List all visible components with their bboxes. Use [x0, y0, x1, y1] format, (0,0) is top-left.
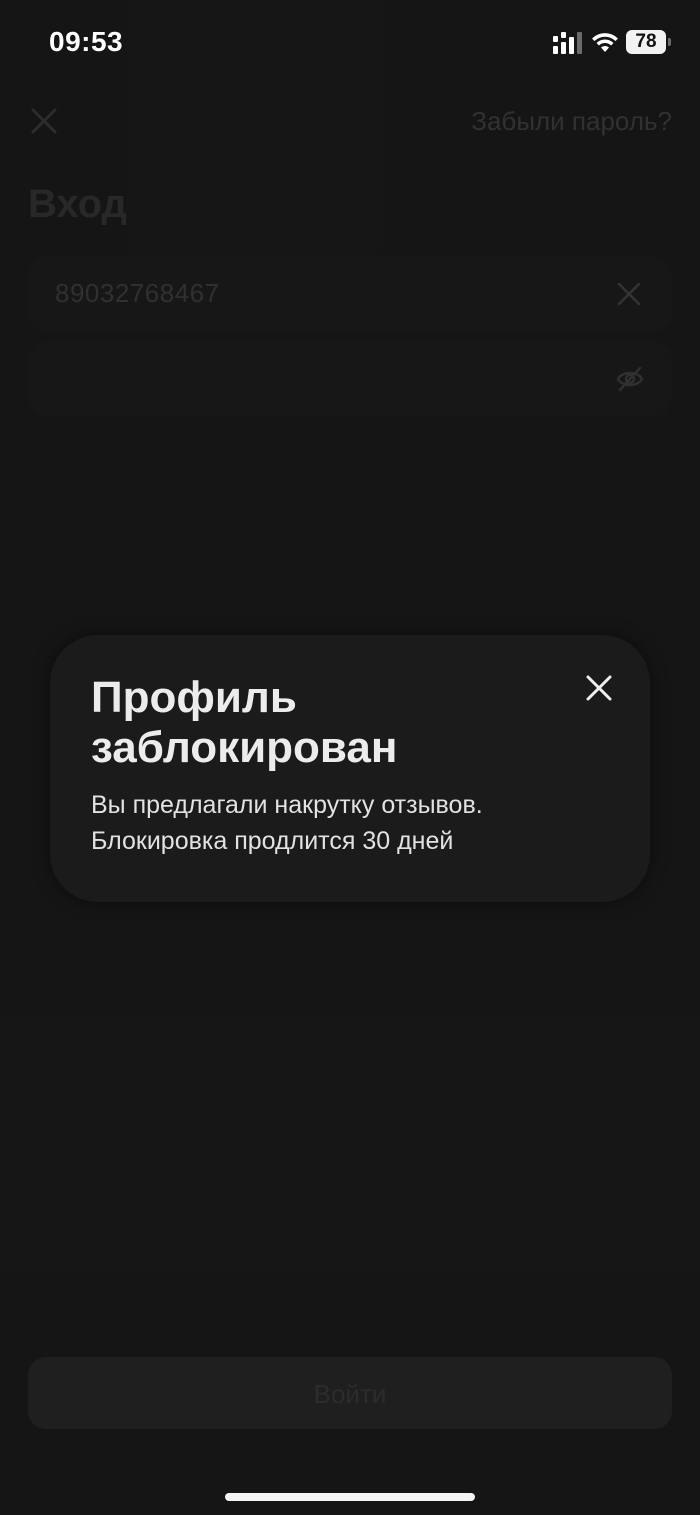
home-indicator [225, 1493, 475, 1501]
status-bar: 09:53 78 [0, 0, 700, 84]
status-time: 09:53 [49, 26, 124, 57]
modal-message-line-1: Вы предлагали накрутку отзывов. [91, 791, 483, 819]
battery-level: 78 [626, 30, 666, 54]
battery-tip [668, 38, 671, 46]
modal-close-icon[interactable] [583, 672, 615, 704]
signal-icon [553, 32, 582, 54]
modal-title: Профиль заблокирован [91, 673, 398, 772]
modal-message-line-2: Блокировка продлится 30 дней [91, 827, 454, 855]
wifi-icon [592, 33, 618, 52]
blocked-profile-modal: Профиль заблокирован Вы предлагали накру… [50, 635, 650, 902]
modal-message: Вы предлагали накрутку отзывов. Блокиров… [91, 787, 611, 859]
screen: 09:53 78 Забыли пароль? Вход 89032768467 [0, 0, 700, 1515]
battery-icon: 78 [626, 30, 672, 54]
